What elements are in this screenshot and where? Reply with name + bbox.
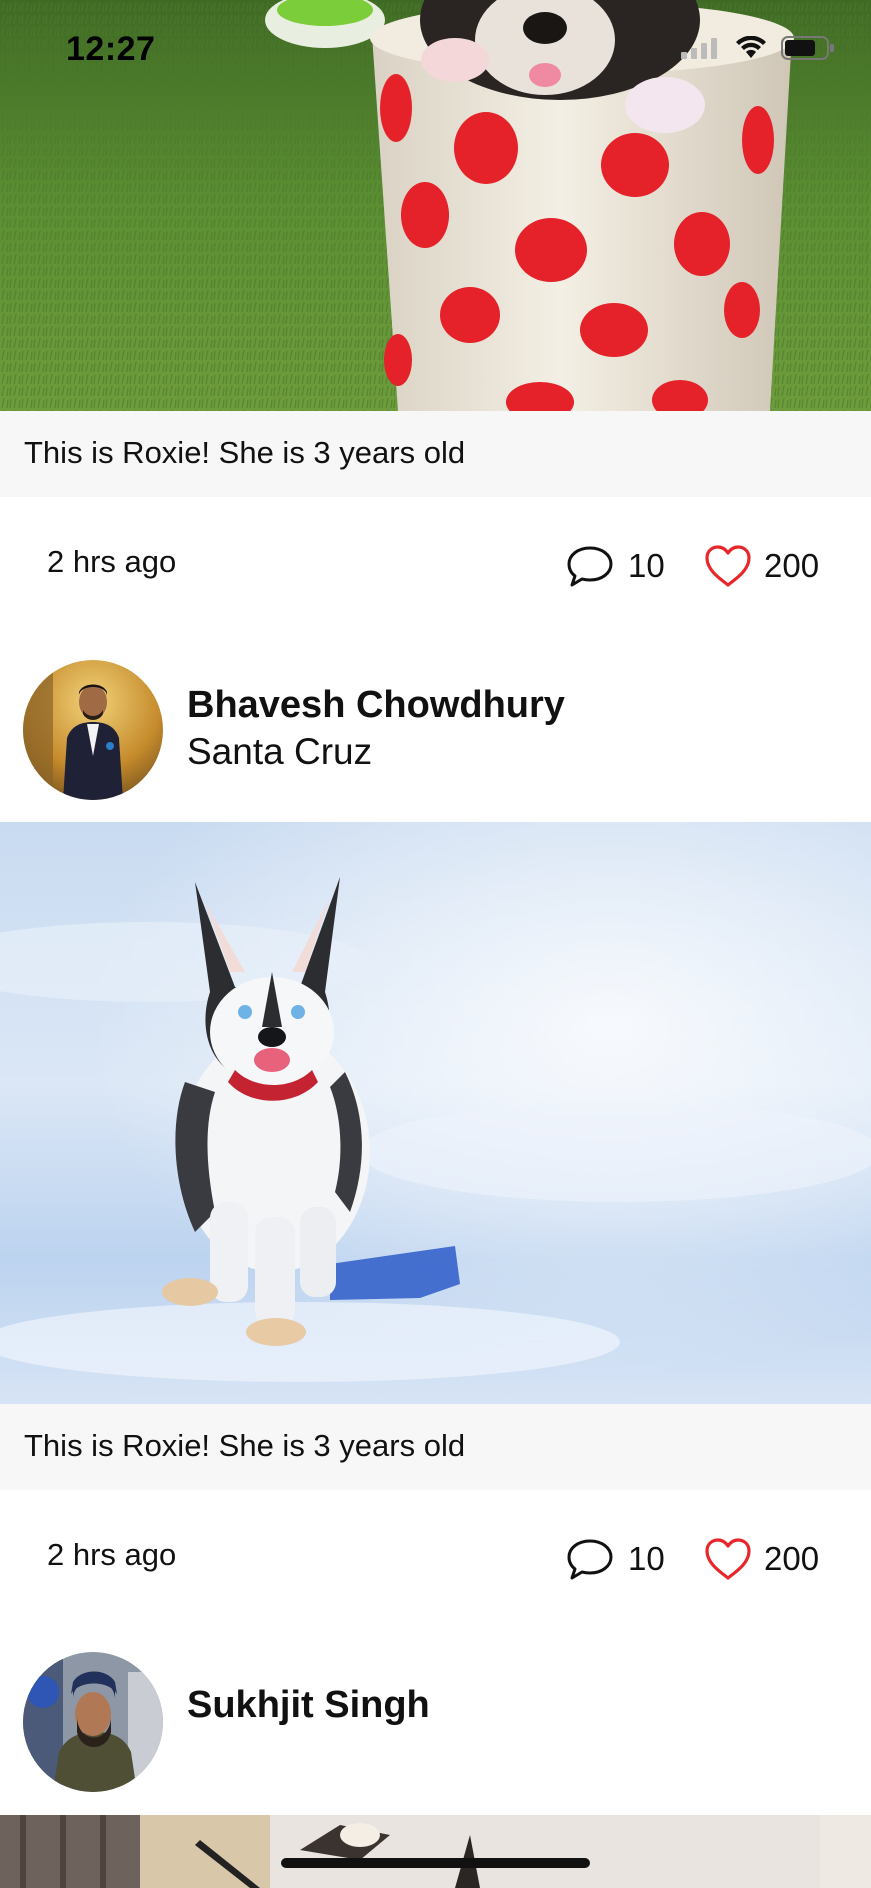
post-header[interactable]: Bhavesh Chowdhury Santa Cruz bbox=[0, 646, 871, 806]
post-caption: This is Roxie! She is 3 years old bbox=[24, 1428, 466, 1463]
status-time: 12:27 bbox=[66, 30, 156, 68]
post-photo-husky[interactable] bbox=[0, 822, 871, 1404]
home-indicator[interactable] bbox=[281, 1858, 590, 1868]
avatar[interactable] bbox=[23, 660, 163, 800]
status-icons bbox=[681, 36, 835, 60]
battery-icon bbox=[781, 36, 834, 60]
comments-button[interactable]: 10 bbox=[566, 1537, 665, 1581]
post-meta-row: 2 hrs ago 10 200 bbox=[0, 518, 871, 608]
comment-bubble-icon bbox=[567, 546, 613, 587]
like-count: 200 bbox=[764, 1540, 820, 1577]
comment-count: 10 bbox=[628, 547, 665, 584]
user-name[interactable]: Bhavesh Chowdhury bbox=[187, 684, 565, 727]
post-photo-lamp[interactable] bbox=[0, 1815, 871, 1888]
like-button[interactable]: 200 bbox=[704, 1537, 819, 1581]
post-caption-bar: This is Roxie! She is 3 years old bbox=[0, 411, 871, 497]
signal-icon bbox=[681, 38, 717, 59]
like-count: 200 bbox=[764, 547, 820, 584]
comment-bubble-icon bbox=[567, 1539, 613, 1580]
wifi-icon bbox=[736, 36, 766, 58]
avatar[interactable] bbox=[23, 1652, 163, 1792]
post-caption-bar: This is Roxie! She is 3 years old bbox=[0, 1404, 871, 1490]
post-caption: This is Roxie! She is 3 years old bbox=[24, 435, 466, 470]
post-meta-row: 2 hrs ago 10 200 bbox=[0, 1511, 871, 1601]
post-time: 2 hrs ago bbox=[47, 1537, 177, 1572]
user-name[interactable]: Sukhjit Singh bbox=[187, 1684, 430, 1727]
post-time: 2 hrs ago bbox=[47, 544, 177, 579]
post-header[interactable]: Sukhjit Singh bbox=[0, 1638, 871, 1798]
comments-button[interactable]: 10 bbox=[566, 544, 665, 588]
heart-icon bbox=[705, 1538, 751, 1580]
comment-count: 10 bbox=[628, 1540, 665, 1577]
like-button[interactable]: 200 bbox=[704, 544, 819, 588]
user-location: Santa Cruz bbox=[187, 731, 373, 772]
heart-icon bbox=[705, 545, 751, 587]
